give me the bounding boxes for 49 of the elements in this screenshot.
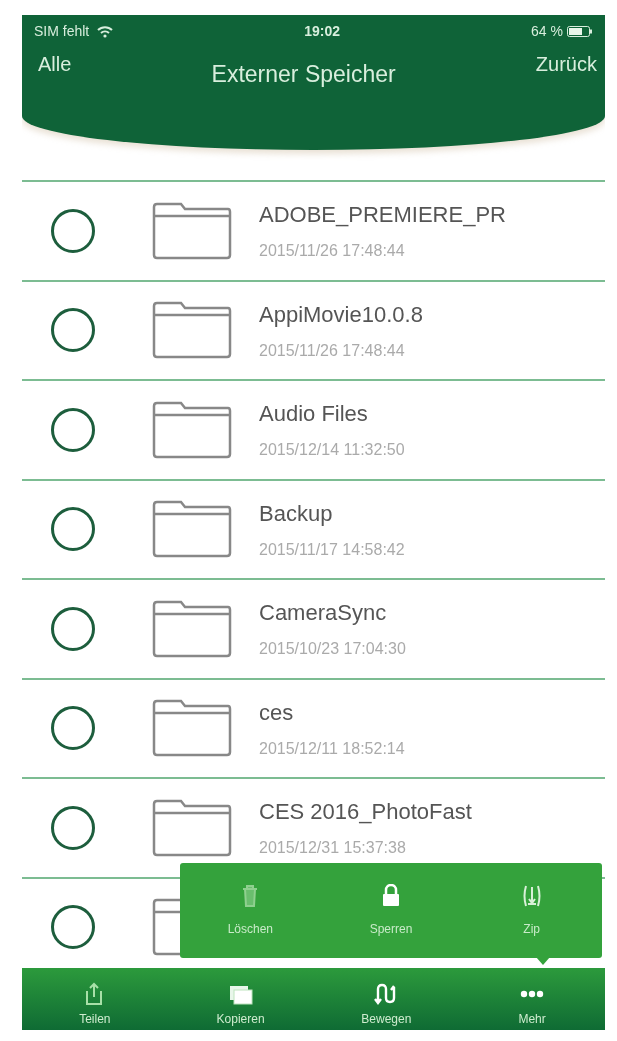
select-radio[interactable] [51, 805, 95, 850]
folder-icon [151, 400, 233, 459]
toolbar-item[interactable]: Kopieren [167, 968, 314, 1030]
folder-icon [151, 201, 233, 260]
file-date: 2015/12/31 15:37:38 [259, 838, 407, 859]
select-radio[interactable] [51, 308, 95, 353]
file-row[interactable]: CameraSync 2015/10/23 17:04:30 [22, 580, 605, 680]
toolbar-item[interactable]: Teilen [22, 968, 168, 1030]
folder-icon [151, 500, 233, 559]
wifi-icon [97, 24, 114, 38]
file-date: 2015/10/23 17:04:30 [259, 639, 406, 660]
battery-icon [567, 25, 593, 37]
file-name: Audio Files [259, 400, 369, 429]
time-text: 19:02 [304, 21, 341, 41]
file-name: CES 2016_PhotoFast [259, 798, 472, 827]
file-date: 2015/11/17 14:58:42 [259, 539, 405, 560]
file-date: 2015/12/11 18:52:14 [259, 738, 405, 759]
file-date: 2015/11/26 17:48:44 [259, 241, 406, 262]
battery-text: 64 % [531, 21, 563, 41]
select-radio[interactable] [51, 507, 95, 552]
select-radio[interactable] [51, 706, 95, 751]
zip-icon [521, 883, 542, 908]
file-row[interactable]: ADOBE_PREMIERE_PR 2015/11/26 17:48:44 [22, 182, 605, 282]
folder-icon [151, 798, 233, 857]
file-date: 2015/12/14 11:32:50 [259, 440, 405, 461]
toolbar-item[interactable]: Bewegen [313, 968, 460, 1030]
screen-title: Externer Speicher [211, 60, 396, 89]
file-date: 2015/11/26 17:48:44 [259, 340, 406, 361]
file-name: ces [259, 698, 295, 727]
file-name: AppiMovie10.0.8 [259, 300, 423, 329]
folder-icon [151, 699, 233, 758]
file-name: CameraSync [259, 599, 388, 628]
toolbar-item[interactable]: Mehr [459, 968, 605, 1030]
back-link[interactable]: Zurück [535, 49, 597, 79]
file-name: Backup [259, 499, 334, 528]
file-name: ADOBE_PREMIERE_PR [259, 201, 506, 230]
select-radio[interactable] [51, 905, 95, 950]
select-radio[interactable] [51, 606, 95, 651]
file-row[interactable]: Backup 2015/11/17 14:58:42 [22, 480, 605, 580]
folder-icon [151, 301, 233, 360]
select-radio[interactable] [51, 407, 95, 452]
select-radio[interactable] [51, 208, 95, 253]
file-row[interactable]: Audio Files 2015/12/14 11:32:50 [22, 381, 605, 481]
folder-icon [151, 599, 233, 658]
carrier-text: SIM fehlt [34, 21, 90, 41]
file-row[interactable]: AppiMovie10.0.8 2015/11/26 17:48:44 [22, 281, 605, 381]
file-row[interactable]: ces 2015/12/11 18:52:14 [22, 679, 605, 779]
select-all-link[interactable]: Alle [38, 49, 72, 79]
lock-icon [381, 883, 401, 908]
